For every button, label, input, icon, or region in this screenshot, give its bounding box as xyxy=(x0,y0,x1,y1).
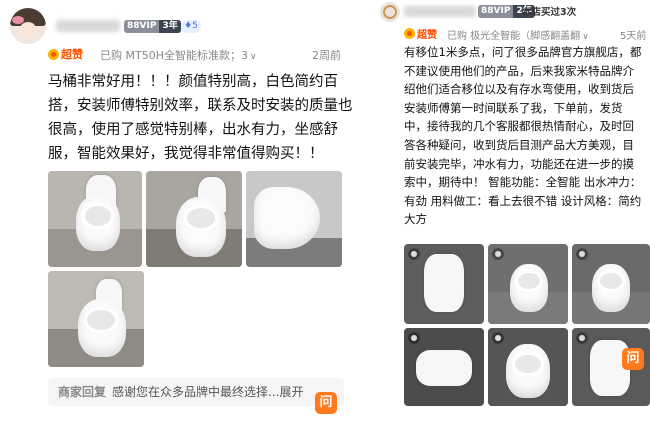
purchase-spec[interactable]: 已购 MT50H全智能标准款；3 ∨ xyxy=(100,47,257,63)
review-date: 2周前 xyxy=(312,49,341,62)
review-text: 有移位1米多点，问了很多品牌官方旗舰店，都不建议使用他们的产品，后来我家米特品牌… xyxy=(404,45,642,227)
chevron-down-icon: ∨ xyxy=(582,32,589,42)
review-photo[interactable] xyxy=(404,328,484,406)
review-date: 5天前 xyxy=(620,31,647,42)
super-like-badge: 超赞 xyxy=(404,26,437,41)
review-photo[interactable] xyxy=(246,171,342,267)
merchant-reply-text: 感谢您在众多品牌中最终选择... xyxy=(112,385,280,399)
expand-link[interactable]: 展开 xyxy=(279,385,303,399)
camera-icon xyxy=(492,248,504,260)
review-photo[interactable] xyxy=(48,171,142,267)
user-avatar-icon[interactable] xyxy=(10,8,46,44)
username-blurred xyxy=(404,6,476,17)
repeat-buyer-tag: 本店买过3次 xyxy=(522,7,577,18)
chevron-down-icon: ∨ xyxy=(249,52,257,62)
review-photo[interactable] xyxy=(48,271,144,367)
camera-icon xyxy=(408,332,420,344)
merchant-reply-label: 商家回复 xyxy=(58,385,107,399)
fire-icon xyxy=(48,48,59,60)
purchase-spec[interactable]: 已购 极光全智能（脚感翻盖翻 ∨ xyxy=(447,27,589,42)
review-card-right: 88VIP 2年 本店买过3次 超赞 已购 极光全智能（脚感翻盖翻 ∨ 5天前 有移… xyxy=(374,0,650,423)
super-like-badge: 超赞 xyxy=(48,46,83,62)
username-blurred xyxy=(56,20,120,32)
vip-badge: 88VIP 3年 xyxy=(124,20,181,33)
ask-button[interactable]: 问 xyxy=(315,392,337,414)
camera-icon xyxy=(576,332,588,344)
review-photo[interactable] xyxy=(572,244,650,324)
review-card-left: 88VIP 3年 ♦5 超赞 已购 MT50H全智能标准款；3 ∨ 2周前 马桶非常… xyxy=(0,0,368,423)
review-photo[interactable] xyxy=(146,171,242,267)
review-photo[interactable] xyxy=(488,244,568,324)
review-photo[interactable] xyxy=(404,244,484,324)
camera-icon xyxy=(576,248,588,260)
ask-button[interactable]: 问 xyxy=(622,348,644,370)
merchant-reply[interactable]: 商家回复 感谢您在众多品牌中最终选择...展开 xyxy=(48,378,344,406)
camera-icon xyxy=(408,248,420,260)
review-text: 马桶非常好用！！！颜值特别高，白色简约百搭，安装师傅特别效率，联系及时安装的质量… xyxy=(48,74,353,162)
store-logo-icon[interactable] xyxy=(380,2,400,22)
camera-icon xyxy=(492,332,504,344)
fire-icon xyxy=(404,28,415,39)
diamond-badge: ♦5 xyxy=(181,20,201,33)
review-photo[interactable] xyxy=(488,328,568,406)
